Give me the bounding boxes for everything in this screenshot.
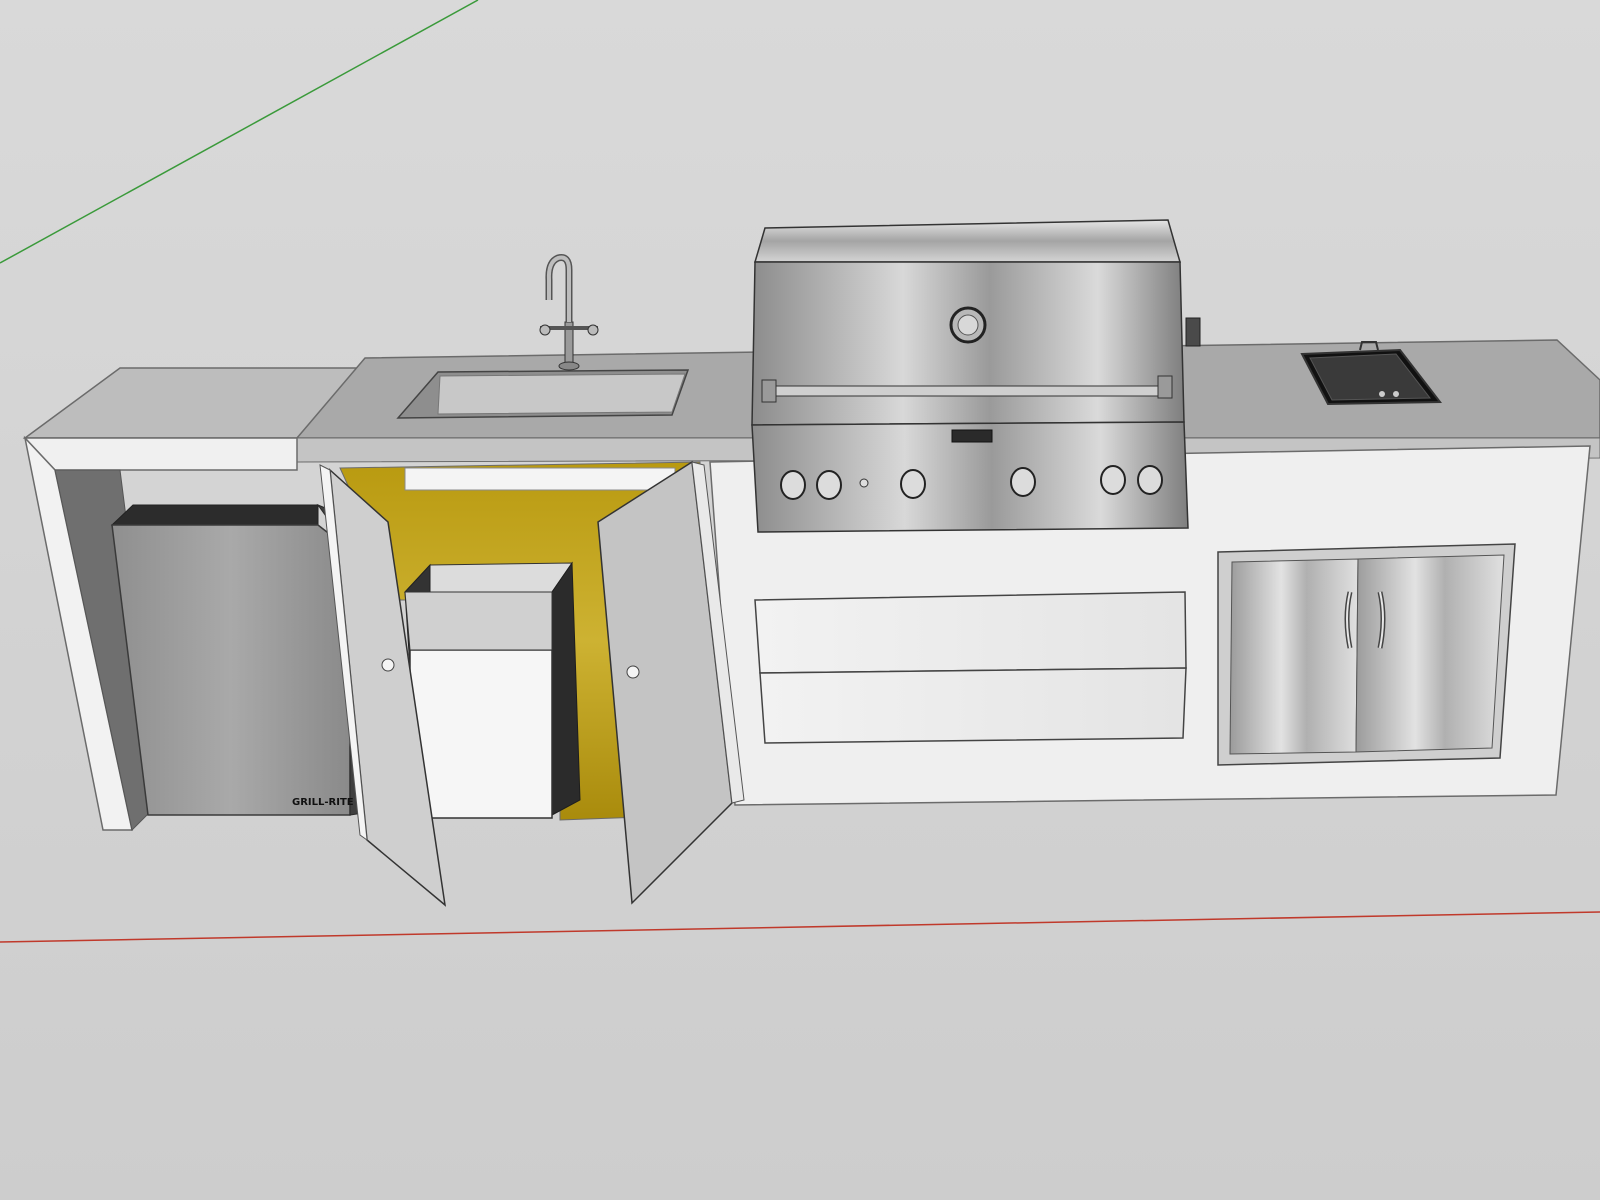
- faucet-left-handle: [539, 324, 551, 336]
- storage-drawers[interactable]: [754, 591, 1187, 744]
- side-burner-knob-icon[interactable]: [1393, 391, 1399, 397]
- knob-icon[interactable]: [816, 470, 842, 500]
- knob-icon[interactable]: [900, 469, 926, 499]
- drawer-top[interactable]: [754, 591, 1187, 674]
- right-door-knob[interactable]: [626, 665, 640, 679]
- side-burner-knob-icon[interactable]: [1379, 391, 1385, 397]
- thermometer-face: [957, 314, 979, 336]
- igniter-icon[interactable]: [859, 478, 869, 488]
- trash-bin-body: [404, 591, 553, 651]
- trash-bin-front: [409, 649, 553, 819]
- grill-handle-left-mount: [761, 379, 777, 403]
- grill-handle-right-mount: [1157, 375, 1173, 399]
- model-viewport[interactable]: GRILL-RITE: [0, 0, 1600, 1200]
- grill-hood-top: [753, 219, 1181, 263]
- grill[interactable]: [751, 219, 1201, 533]
- scene-canvas[interactable]: GRILL-RITE: [0, 0, 1600, 1200]
- grill-display: [951, 429, 993, 443]
- grill-side-light: [1185, 317, 1201, 347]
- knob-icon[interactable]: [1137, 465, 1163, 495]
- double-access-doors[interactable]: [1217, 543, 1516, 766]
- knob-icon[interactable]: [780, 470, 806, 500]
- access-door-right[interactable]: [1355, 554, 1505, 753]
- fridge-door[interactable]: [111, 524, 351, 816]
- faucet-right-handle: [587, 324, 599, 336]
- sink-basin-floor: [437, 373, 686, 415]
- trash-bin[interactable]: [403, 561, 581, 821]
- knob-icon[interactable]: [1010, 467, 1036, 497]
- left-door-knob[interactable]: [381, 658, 395, 672]
- faucet-base: [558, 361, 580, 371]
- sink-basin-underside: [404, 467, 676, 491]
- drawer-bottom[interactable]: [759, 667, 1187, 744]
- fridge-badge: GRILL-RITE: [292, 797, 354, 808]
- knob-icon[interactable]: [1100, 465, 1126, 495]
- access-door-left[interactable]: [1229, 558, 1359, 755]
- left-frame-top: [23, 437, 298, 471]
- grill-handle[interactable]: [761, 385, 1173, 397]
